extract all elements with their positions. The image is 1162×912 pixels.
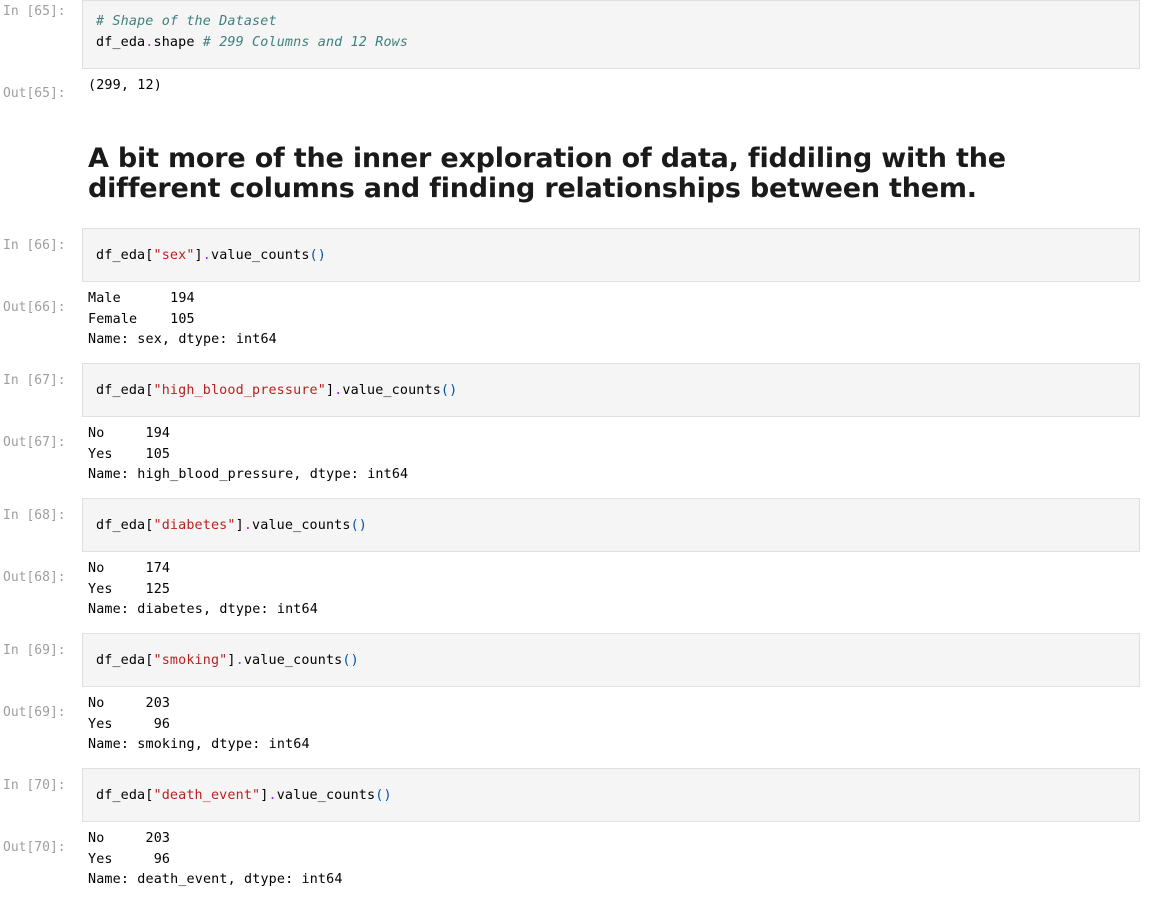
code-input[interactable]: df_eda["diabetes"].value_counts() [82, 498, 1140, 552]
cell-output: No 203 Yes 96 Name: death_event, dtype: in… [88, 829, 343, 891]
code-line: df_eda["high_blood_pressure"].value_coun… [96, 380, 457, 401]
code-text: # Shape of the Dataset df_eda.shape # 299… [96, 11, 408, 53]
code-input[interactable]: df_eda["death_event"].value_counts() [82, 768, 1140, 822]
code-operator: . [145, 35, 154, 50]
code-token: df_eda[ [96, 788, 154, 803]
code-text: df_eda["high_blood_pressure"].value_coun… [96, 380, 457, 401]
output-line: (299, 12) [88, 78, 162, 93]
code-parens: () [440, 383, 458, 398]
code-text: df_eda["sex"].value_counts() [96, 245, 326, 266]
output-line: No 194 [88, 426, 171, 441]
out-prompt: Out[67]: [3, 435, 66, 450]
output-line: No 203 [88, 696, 171, 711]
code-parens: () [342, 653, 359, 668]
in-prompt: In [68]: [3, 508, 66, 523]
code-token: ] [325, 383, 335, 398]
code-token: value_counts [243, 653, 343, 668]
code-text: df_eda["death_event"].value_counts() [96, 785, 392, 806]
code-text: df_eda["diabetes"].value_counts() [96, 515, 367, 536]
out-prompt: Out[66]: [3, 300, 66, 315]
output-line: Name: sex, dtype: int64 [88, 332, 277, 347]
cell-output: No 194 Yes 105 Name: high_blood_pressure, … [88, 424, 408, 486]
code-token: value_counts [276, 788, 376, 803]
output-line: Female 105 [88, 311, 195, 327]
code-operator: . [235, 653, 244, 668]
code-string: "diabetes" [153, 518, 236, 533]
code-operator: . [243, 518, 253, 533]
code-string: "smoking" [153, 653, 228, 668]
output-line: Yes 96 [88, 851, 171, 867]
code-line: df_eda["smoking"].value_counts() [96, 650, 359, 671]
code-string: "sex" [153, 248, 195, 263]
out-prompt: Out[65]: [3, 86, 66, 101]
output-line: Male 194 [88, 291, 195, 306]
out-prompt: Out[68]: [3, 570, 66, 585]
output-line: Name: death_event, dtype: int64 [88, 872, 343, 887]
output-line: No 203 [88, 831, 171, 846]
code-token: df_eda[ [96, 518, 154, 533]
code-parens: () [350, 518, 368, 533]
code-token: shape [153, 35, 203, 50]
code-token: value_counts [252, 518, 351, 533]
output-line: Yes 105 [88, 446, 171, 462]
in-prompt: In [65]: [3, 4, 66, 19]
output-line: Name: smoking, dtype: int64 [88, 737, 310, 752]
code-string: "death_event" [153, 788, 261, 803]
cell-output: No 203 Yes 96 Name: smoking, dtype: int64 [88, 694, 310, 756]
code-token: df_eda[ [96, 248, 154, 263]
code-operator: . [202, 248, 211, 263]
cell-output: (299, 12) [88, 76, 162, 97]
code-line: df_eda["diabetes"].value_counts() [96, 515, 367, 536]
in-prompt: In [66]: [3, 238, 66, 253]
code-input[interactable]: # Shape of the Dataset df_eda.shape # 299… [82, 0, 1140, 69]
out-prompt: Out[70]: [3, 840, 66, 855]
code-input[interactable]: df_eda["sex"].value_counts() [82, 228, 1140, 282]
output-line: Yes 96 [88, 716, 171, 732]
output-line: Name: diabetes, dtype: int64 [88, 602, 318, 617]
code-token: ] [235, 518, 244, 533]
markdown-heading: A bit more of the inner exploration of d… [88, 143, 1006, 204]
code-token: df_eda[ [96, 383, 154, 398]
in-prompt: In [69]: [3, 643, 66, 658]
output-line: No 174 [88, 561, 171, 576]
code-token: ] [227, 653, 236, 668]
code-parens: () [309, 248, 326, 263]
code-input[interactable]: df_eda["high_blood_pressure"].value_coun… [82, 363, 1140, 417]
code-input[interactable]: df_eda["smoking"].value_counts() [82, 633, 1140, 687]
out-prompt: Out[69]: [3, 705, 66, 720]
code-token: df_eda [96, 35, 146, 50]
code-parens: () [375, 788, 392, 803]
code-token: value_counts [210, 248, 310, 263]
code-line: df_eda["death_event"].value_counts() [96, 785, 392, 806]
output-line: Yes 125 [88, 581, 171, 597]
code-line: df_eda["sex"].value_counts() [96, 245, 326, 266]
output-line: Name: high_blood_pressure, dtype: int64 [88, 467, 409, 482]
code-comment: # Shape of the Dataset [96, 14, 277, 29]
code-text: df_eda["smoking"].value_counts() [96, 650, 359, 671]
code-operator: . [268, 788, 277, 803]
code-line: df_eda.shape # 299 Columns and 12 Rows [96, 32, 408, 53]
code-comment: # 299 Columns and 12 Rows [202, 35, 409, 50]
in-prompt: In [70]: [3, 778, 66, 793]
in-prompt: In [67]: [3, 373, 66, 388]
cell-output: Male 194 Female 105 Name: sex, dtype: int6… [88, 289, 277, 351]
cell-output: No 174 Yes 125 Name: diabetes, dtype: int6… [88, 559, 318, 621]
code-token: df_eda[ [96, 653, 154, 668]
code-token: ] [194, 248, 203, 263]
code-line: # Shape of the Dataset [96, 11, 408, 32]
code-token: value_counts [342, 383, 441, 398]
code-string: "high_blood_pressure" [153, 383, 326, 398]
